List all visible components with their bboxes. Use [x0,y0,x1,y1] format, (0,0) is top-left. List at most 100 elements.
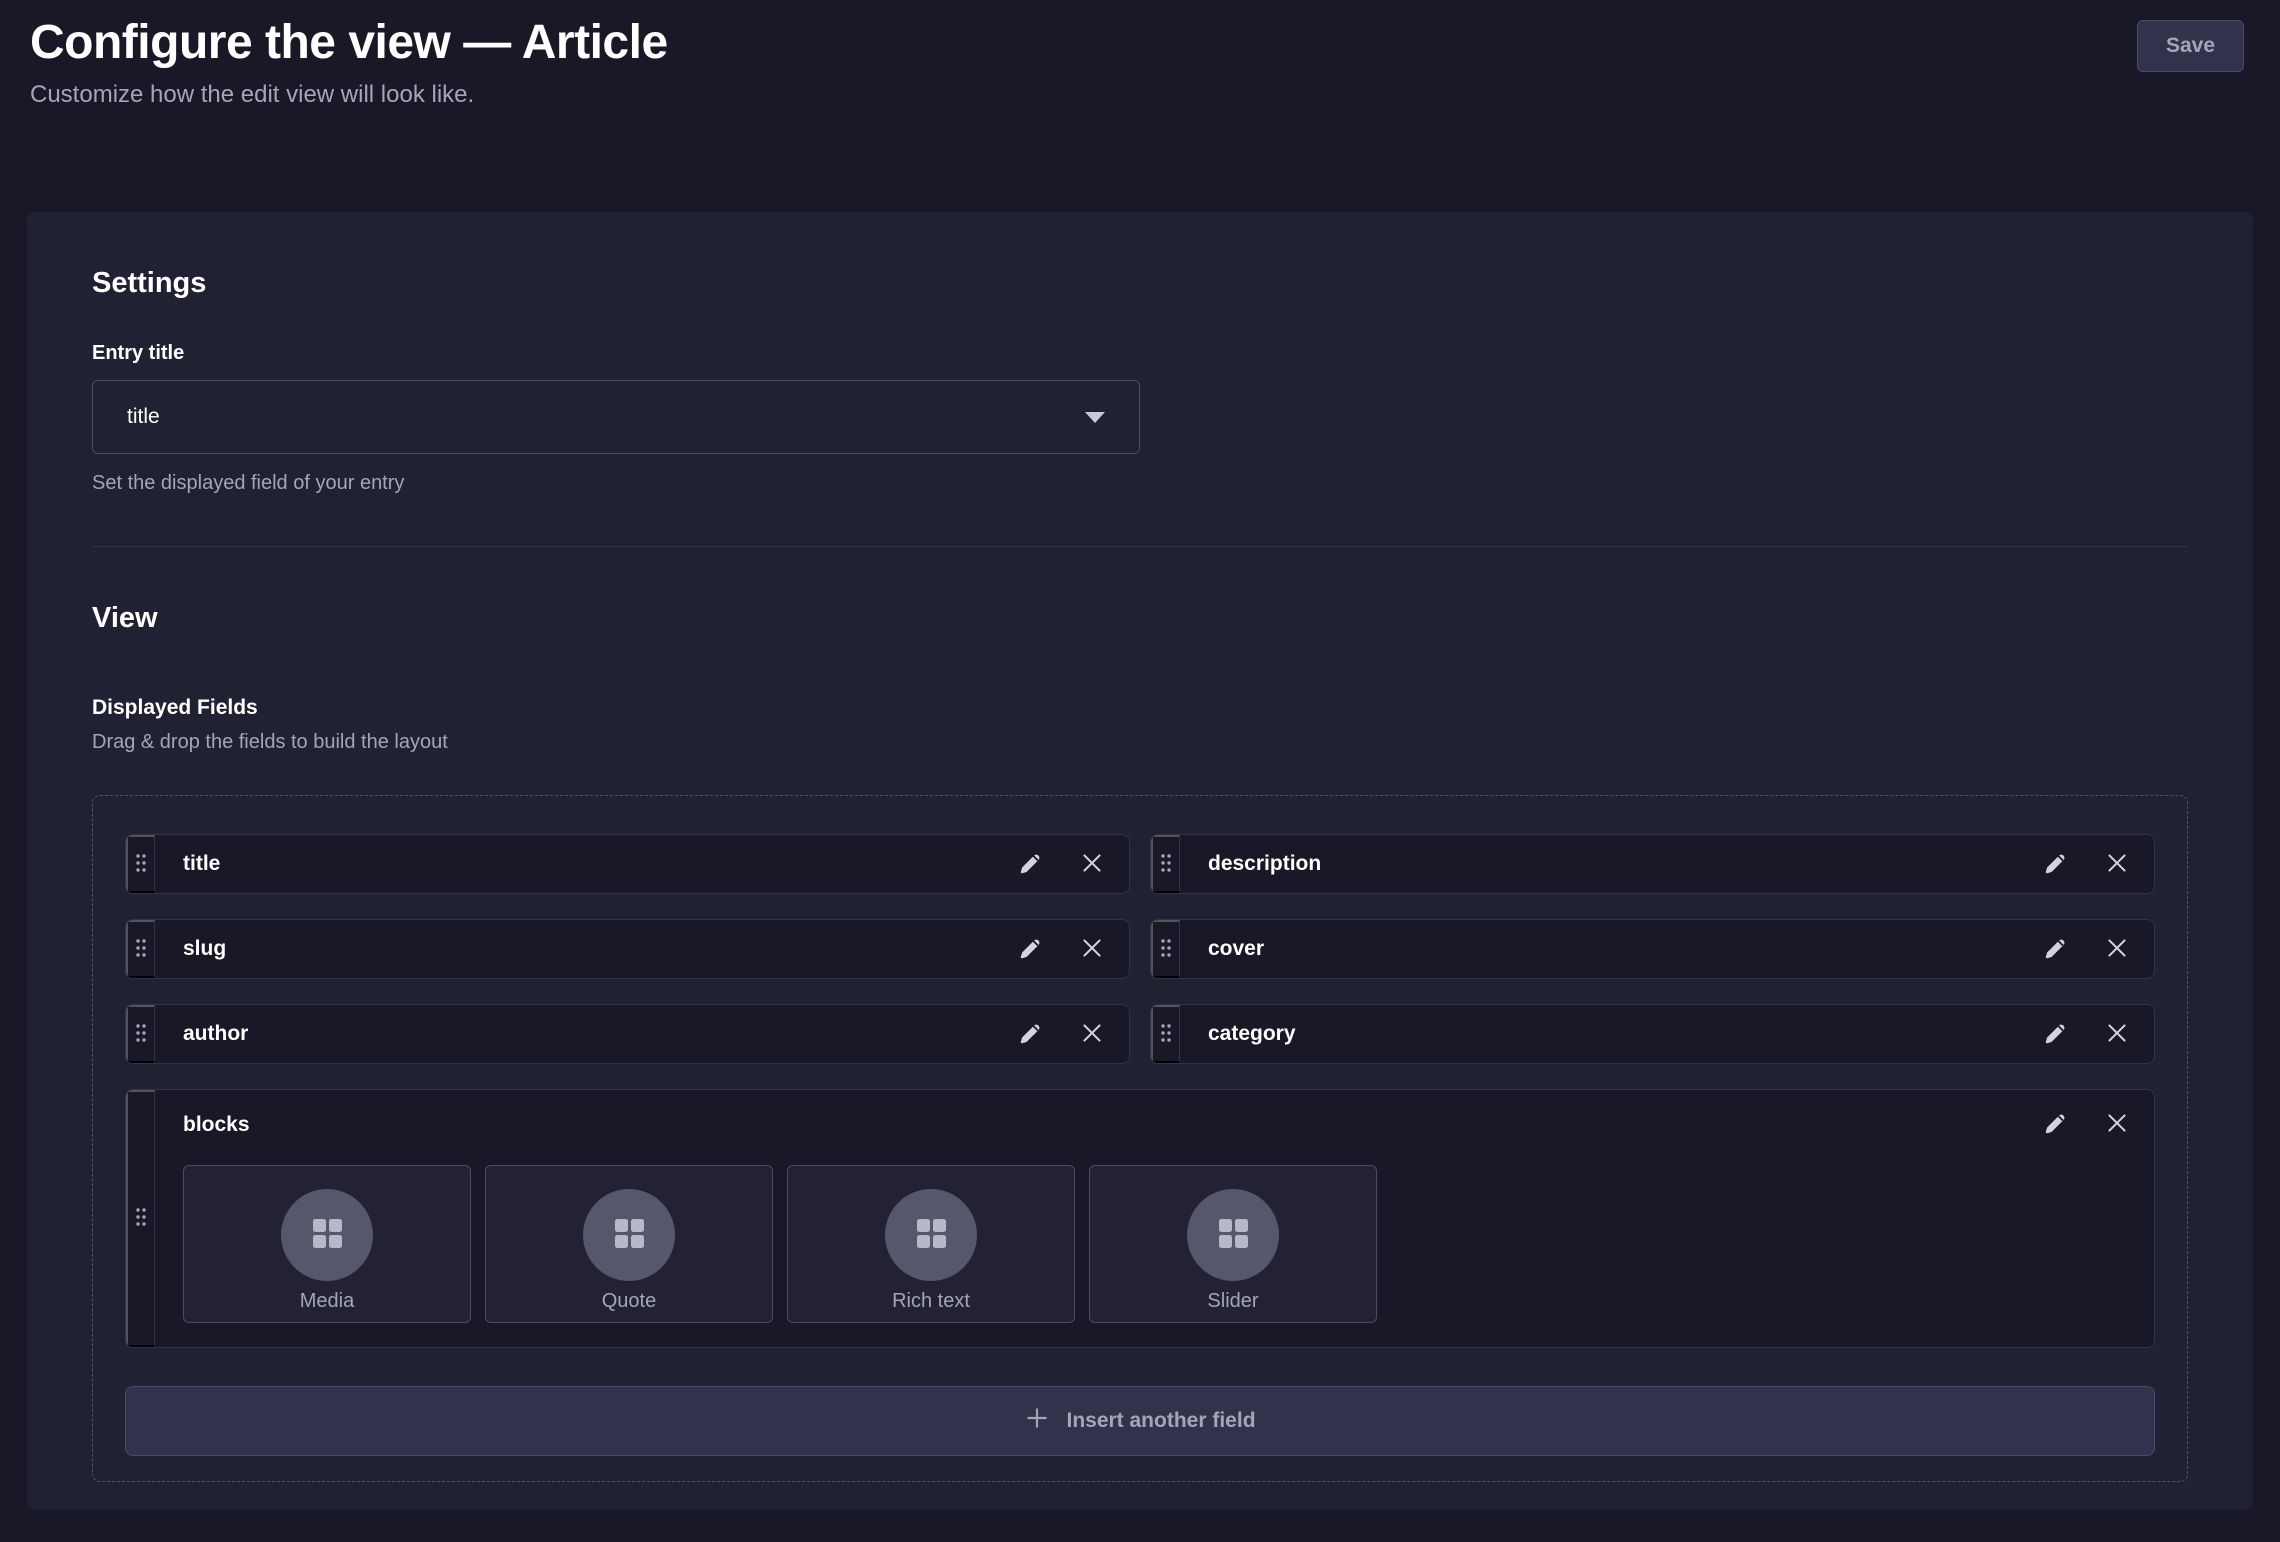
component-card-media: Media [183,1165,471,1323]
drag-dots-icon [1160,1023,1172,1046]
component-circle [885,1189,977,1281]
displayed-fields-header: Displayed Fields Drag & drop the fields … [92,695,2188,755]
field-label: title [155,835,1017,893]
edit-field-button[interactable] [2042,1020,2068,1049]
grid-icon [913,1215,949,1256]
drag-handle[interactable] [126,920,155,978]
card-actions [2042,1110,2130,1139]
fields-grid: title [125,834,2155,1064]
component-card-quote: Quote [485,1165,773,1323]
drag-dots-icon [135,938,147,961]
component-circle [1187,1189,1279,1281]
pencil-icon [2042,935,2068,964]
blocks-header: blocks [183,1110,2130,1139]
card-actions [2042,920,2154,978]
field-card-cover[interactable]: cover [1150,919,2155,979]
edit-field-button[interactable] [2042,1110,2068,1139]
field-label: description [1180,835,2042,893]
blocks-components-row: Media Quote [183,1165,2130,1323]
entry-title-select-value: title [127,405,1083,429]
entry-title-field: Entry title title Set the displayed fiel… [92,340,2188,496]
field-label: cover [1180,920,2042,978]
field-label: author [155,1005,1017,1063]
insert-field-button[interactable]: Insert another field [125,1386,2155,1456]
entry-title-hint: Set the displayed field of your entry [92,470,2188,496]
field-card-title[interactable]: title [125,834,1130,894]
drag-dots-icon [135,853,147,876]
component-label: Slider [1207,1290,1258,1313]
section-divider [92,546,2188,547]
component-card-rich-text: Rich text [787,1165,1075,1323]
remove-field-button[interactable] [1079,935,1105,964]
pencil-icon [1017,935,1043,964]
drag-dots-icon [135,1207,147,1230]
drag-dots-icon [1160,938,1172,961]
chevron-down-icon [1083,411,1107,424]
view-heading: View [92,601,2188,635]
remove-field-button[interactable] [2104,1020,2130,1049]
component-label: Rich text [892,1290,970,1313]
cross-icon [1079,1020,1105,1049]
save-button[interactable]: Save [2137,20,2244,72]
plus-icon [1024,1405,1050,1437]
field-label: slug [155,920,1017,978]
displayed-fields-subtitle: Drag & drop the fields to build the layo… [92,729,2188,755]
fields-dropzone: title [92,795,2188,1482]
card-actions [2042,835,2154,893]
drag-handle[interactable] [1151,835,1180,893]
edit-field-button[interactable] [2042,935,2068,964]
pencil-icon [1017,1020,1043,1049]
cross-icon [2104,850,2130,879]
page-subtitle: Customize how the edit view will look li… [30,80,668,110]
field-label: blocks [183,1113,250,1137]
drag-handle[interactable] [126,1090,155,1347]
pencil-icon [1017,850,1043,879]
field-card-blocks[interactable]: blocks [125,1089,2155,1348]
grid-icon [611,1215,647,1256]
drag-handle[interactable] [126,835,155,893]
component-label: Media [300,1290,354,1313]
cross-icon [2104,1020,2130,1049]
edit-field-button[interactable] [1017,850,1043,879]
drag-dots-icon [135,1023,147,1046]
component-circle [281,1189,373,1281]
edit-field-button[interactable] [2042,850,2068,879]
field-card-description[interactable]: description [1150,834,2155,894]
blocks-content: blocks [155,1090,2154,1347]
settings-heading: Settings [92,266,2188,300]
edit-field-button[interactable] [1017,935,1043,964]
card-actions [1017,835,1129,893]
grid-icon [309,1215,345,1256]
page-header-text: Configure the view — Article Customize h… [30,14,668,110]
entry-title-label: Entry title [92,340,2188,366]
remove-field-button[interactable] [2104,935,2130,964]
edit-field-button[interactable] [1017,1020,1043,1049]
settings-panel: Settings Entry title title Set the displ… [27,212,2253,1510]
remove-field-button[interactable] [1079,1020,1105,1049]
card-actions [1017,920,1129,978]
cross-icon [2104,935,2130,964]
remove-field-button[interactable] [2104,1110,2130,1139]
grid-icon [1215,1215,1251,1256]
remove-field-button[interactable] [1079,850,1105,879]
page-title: Configure the view — Article [30,14,668,72]
field-card-author[interactable]: author [125,1004,1130,1064]
remove-field-button[interactable] [2104,850,2130,879]
field-card-category[interactable]: category [1150,1004,2155,1064]
component-circle [583,1189,675,1281]
drag-handle[interactable] [1151,920,1180,978]
pencil-icon [2042,850,2068,879]
drag-handle[interactable] [1151,1005,1180,1063]
field-label: category [1180,1005,2042,1063]
cross-icon [2104,1110,2130,1139]
card-actions [2042,1005,2154,1063]
pencil-icon [2042,1110,2068,1139]
cross-icon [1079,935,1105,964]
drag-handle[interactable] [126,1005,155,1063]
pencil-icon [2042,1020,2068,1049]
field-card-slug[interactable]: slug [125,919,1130,979]
cross-icon [1079,850,1105,879]
component-card-slider: Slider [1089,1165,1377,1323]
drag-dots-icon [1160,853,1172,876]
entry-title-select[interactable]: title [92,380,1140,454]
